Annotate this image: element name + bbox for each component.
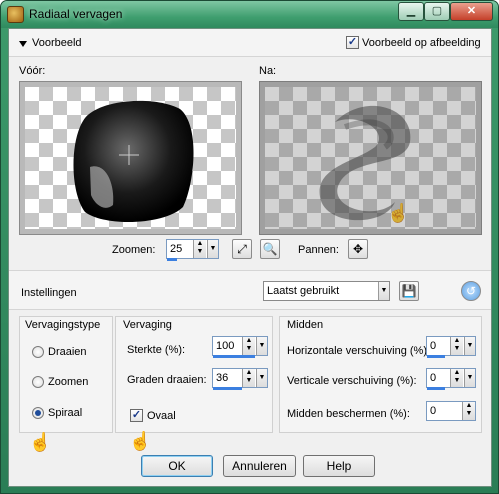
protect-center-spinner[interactable]: ▲ ▼ xyxy=(462,402,475,420)
pan-label: Pannen: xyxy=(298,244,339,256)
protect-center-label: Midden beschermen (%): xyxy=(287,408,410,420)
fit-zoom-icon[interactable]: ⤢ xyxy=(232,239,252,259)
center-group: Midden Horizontale verschuiving (%): 0 ▲… xyxy=(279,316,482,433)
strength-spinner[interactable]: ▲ ▼ xyxy=(242,337,255,355)
reset-icon[interactable]: ↺ xyxy=(461,281,481,301)
app-icon xyxy=(7,6,24,23)
twist-label: Graden draaien: xyxy=(127,374,207,386)
vertical-offset-value: 0 xyxy=(430,372,437,384)
zoom-input[interactable]: 25 ▲ ▼ ▼ xyxy=(166,239,219,261)
radio-spiraal[interactable] xyxy=(32,407,44,419)
preview-on-image-checkbox[interactable]: ✓ xyxy=(346,36,359,49)
vertical-slider-bar[interactable] xyxy=(427,387,445,390)
protect-center-input[interactable]: 0 ▲ ▼ xyxy=(426,401,476,421)
before-label: Vóór: xyxy=(19,65,46,77)
after-image xyxy=(319,105,411,221)
after-preview[interactable]: ☝ xyxy=(259,81,482,235)
preset-select[interactable]: Laatst gebruikt ▼ xyxy=(263,281,390,301)
preset-dropdown-icon[interactable]: ▼ xyxy=(378,282,389,300)
zoom-label: Zoomen: xyxy=(112,244,156,256)
zoom-value: 25 xyxy=(170,243,183,255)
twist-input[interactable]: 36 ▲ ▼ ▼ xyxy=(212,368,268,390)
horizontal-offset-input[interactable]: 0 ▲ ▼ ▼ xyxy=(426,336,476,358)
radio-zoomen[interactable] xyxy=(32,376,44,388)
twist-dropdown-icon[interactable]: ▼ xyxy=(256,369,267,387)
cancel-button[interactable]: Annuleren xyxy=(223,455,296,477)
radio-draaien-label[interactable]: Draaien xyxy=(48,346,87,358)
zoom-slider-bar[interactable] xyxy=(167,258,177,261)
protect-center-value: 0 xyxy=(430,405,437,417)
oval-checkbox[interactable]: ✓ xyxy=(130,409,143,422)
preset-value: Laatst gebruikt xyxy=(267,285,340,297)
close-button[interactable]: ✕ xyxy=(450,2,493,21)
horizontal-offset-label: Horizontale verschuiving (%): xyxy=(287,345,431,357)
twist-spinner[interactable]: ▲ ▼ xyxy=(242,369,255,387)
zoom-dropdown-icon[interactable]: ▼ xyxy=(207,240,218,258)
pan-move-icon[interactable]: ✥ xyxy=(348,239,368,259)
horizontal-dropdown-icon[interactable]: ▼ xyxy=(464,337,475,355)
blur-group: Vervaging Sterkte (%): 100 ▲ ▼ ▼ Graden d… xyxy=(115,316,273,433)
strength-value: 100 xyxy=(216,340,235,352)
save-preset-icon[interactable]: 💾 xyxy=(399,281,419,301)
minimize-button[interactable]: ▁ xyxy=(398,2,424,21)
center-title: Midden xyxy=(287,319,324,331)
pan-hand-cursor-icon: ☝ xyxy=(387,203,410,223)
settings-label: Instellingen xyxy=(21,287,77,299)
radio-zoomen-label[interactable]: Zoomen xyxy=(48,376,88,388)
radio-draaien[interactable] xyxy=(32,346,44,358)
title-bar[interactable]: Radiaal vervagen ▁ ▢ ✕ xyxy=(1,1,498,28)
blur-title: Vervaging xyxy=(123,319,172,331)
before-image xyxy=(73,100,194,223)
window-title: Radiaal vervagen xyxy=(29,7,123,21)
ok-button[interactable]: OK xyxy=(141,455,213,477)
dialog-window: Radiaal vervagen ▁ ▢ ✕ Voorbeeld ✓ Voorb… xyxy=(0,0,499,494)
strength-dropdown-icon[interactable]: ▼ xyxy=(256,337,267,355)
blur-type-title: Vervagingstype xyxy=(25,319,101,331)
horizontal-slider-bar[interactable] xyxy=(427,355,445,358)
horizontal-spinner[interactable]: ▲ ▼ xyxy=(450,337,463,355)
twist-slider-bar[interactable] xyxy=(213,387,242,390)
maximize-button[interactable]: ▢ xyxy=(424,2,450,21)
twist-value: 36 xyxy=(216,372,229,384)
settings-row: Instellingen Laatst gebruikt ▼ 💾 ↺ xyxy=(9,270,491,310)
radio-spiraal-label[interactable]: Spiraal xyxy=(48,407,82,419)
horizontal-offset-value: 0 xyxy=(430,340,437,352)
zoom-tool-icon[interactable]: 🔍 xyxy=(260,239,280,259)
vertical-dropdown-icon[interactable]: ▼ xyxy=(464,369,475,387)
hand-cursor-icon: ☝ xyxy=(129,431,152,451)
hand-cursor-icon: ☝ xyxy=(29,432,52,452)
oval-label[interactable]: Ovaal xyxy=(147,410,176,422)
before-preview[interactable] xyxy=(19,81,242,235)
strength-input[interactable]: 100 ▲ ▼ ▼ xyxy=(212,336,268,358)
blur-type-group: Vervagingstype Draaien Zoomen Spiraal xyxy=(19,316,113,433)
after-label: Na: xyxy=(259,65,277,77)
vertical-spinner[interactable]: ▲ ▼ xyxy=(450,369,463,387)
preview-on-image-label[interactable]: Voorbeeld op afbeelding xyxy=(362,37,481,49)
dialog-client: Voorbeeld ✓ Voorbeeld op afbeelding Vóór… xyxy=(8,28,492,487)
zoom-spinner[interactable]: ▲ ▼ xyxy=(193,240,206,258)
strength-label: Sterkte (%): xyxy=(127,344,186,356)
help-button[interactable]: Help xyxy=(303,455,375,477)
vertical-offset-input[interactable]: 0 ▲ ▼ ▼ xyxy=(426,368,476,390)
preview-section-label: Voorbeeld xyxy=(32,37,82,49)
strength-slider-bar[interactable] xyxy=(213,355,255,358)
collapse-triangle-icon[interactable] xyxy=(19,41,27,47)
vertical-offset-label: Verticale verschuiving (%): xyxy=(287,375,417,387)
preview-section-header[interactable]: Voorbeeld ✓ Voorbeeld op afbeelding xyxy=(9,29,491,57)
